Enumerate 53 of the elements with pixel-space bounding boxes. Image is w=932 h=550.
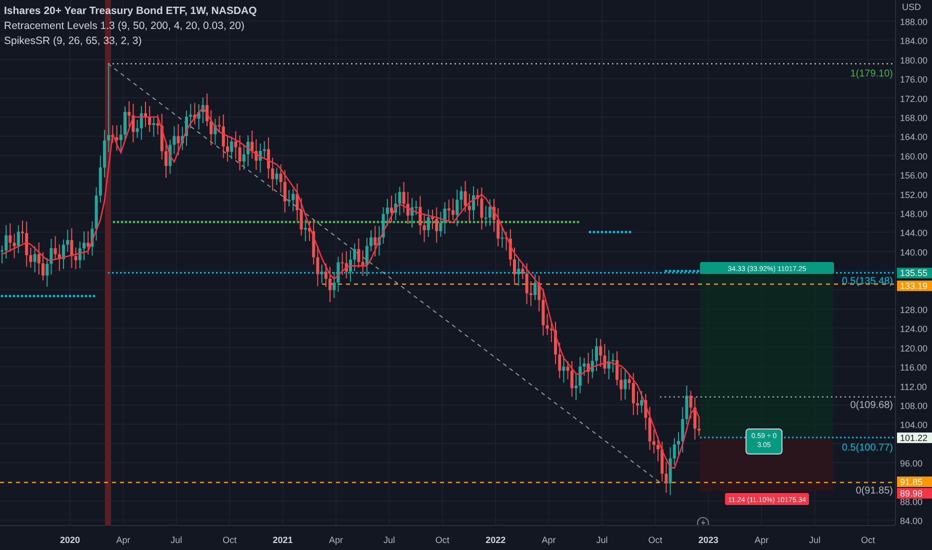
time-axis-label: Jul (596, 535, 608, 545)
price-tick-label: 152.00 (900, 190, 928, 200)
price-tick-label: 164.00 (900, 132, 928, 142)
time-axis-label: Jul (383, 535, 395, 545)
time-axis-label: Apr (329, 535, 343, 545)
price-tick-label: 148.00 (900, 209, 928, 219)
price-tick-label: 180.00 (900, 55, 928, 66)
price-tick-label: 140.00 (900, 247, 928, 258)
price-tick-label: 144.00 (900, 228, 928, 238)
price-tick-label: 128.00 (900, 305, 928, 315)
time-axis-label: Apr (542, 535, 556, 545)
time-axis-label: Oct (861, 535, 875, 545)
price-tick-label: 112.00 (900, 382, 927, 392)
time-axis-label: 2023 (698, 535, 718, 545)
time-axis-label: 2021 (272, 535, 293, 545)
price-tick-label: 96.00 (900, 458, 923, 469)
price-badge: 89.98 (897, 488, 932, 498)
price-badge: 101.22 (897, 432, 932, 444)
price-tick-label: 116.00 (900, 362, 927, 373)
price-tick-label: 184.00 (900, 36, 928, 46)
price-tick-label: 168.00 (900, 113, 928, 123)
price-badge: 133.19 (897, 280, 932, 292)
time-axis-label: Jul (170, 535, 182, 545)
fib-level-label: 0.5(135.48) (842, 276, 893, 288)
legend-text: Ishares 20+ Year Treasury Bond ETF, 1W, NASDAQ (4, 5, 257, 17)
time-axis-label: Apr (116, 535, 130, 545)
fib-level-label: 0(91.85) (856, 486, 893, 497)
price-tick-label: 176.00 (900, 74, 928, 85)
price-tick-label: 108.00 (900, 401, 928, 411)
fib-level-label: 0(109.68) (850, 400, 893, 411)
price-tick-label: 160.00 (900, 151, 928, 162)
fib-level-label: 0.5(100.77) (842, 442, 893, 454)
price-tick-label: 104.00 (900, 420, 928, 430)
price-badge: 135.55 (897, 268, 932, 278)
time-axis-label: 2022 (486, 535, 506, 545)
currency-label: USD (902, 2, 922, 12)
time-axis-label: Apr (754, 535, 769, 545)
time-axis-label: Oct (435, 535, 450, 545)
price-tick-label: 84.00 (900, 516, 923, 525)
time-axis-label: Jul (809, 535, 821, 545)
price-tick-label: 88.00 (900, 497, 923, 507)
time-axis-label: Oct (222, 535, 237, 545)
price-tick-label: 156.00 (900, 170, 928, 181)
price-badge: 91.85 (897, 476, 932, 488)
price-tick-label: 172.00 (900, 94, 928, 104)
legend-text: SpikesSR (9, 26, 65, 33, 2, 3) (4, 35, 142, 47)
price-tick-label: 120.00 (900, 343, 928, 354)
price-tick-label: 124.00 (900, 324, 928, 334)
legend-text: Retracement Levels 1.3 (9, 50, 200, 4, 20, 0.03, 20) (4, 20, 244, 32)
time-axis-label: Oct (648, 535, 662, 545)
price-tick-label: 188.00 (900, 17, 928, 27)
time-axis-label: 2020 (60, 535, 80, 545)
fib-level-label: 1(179.10) (850, 68, 893, 80)
